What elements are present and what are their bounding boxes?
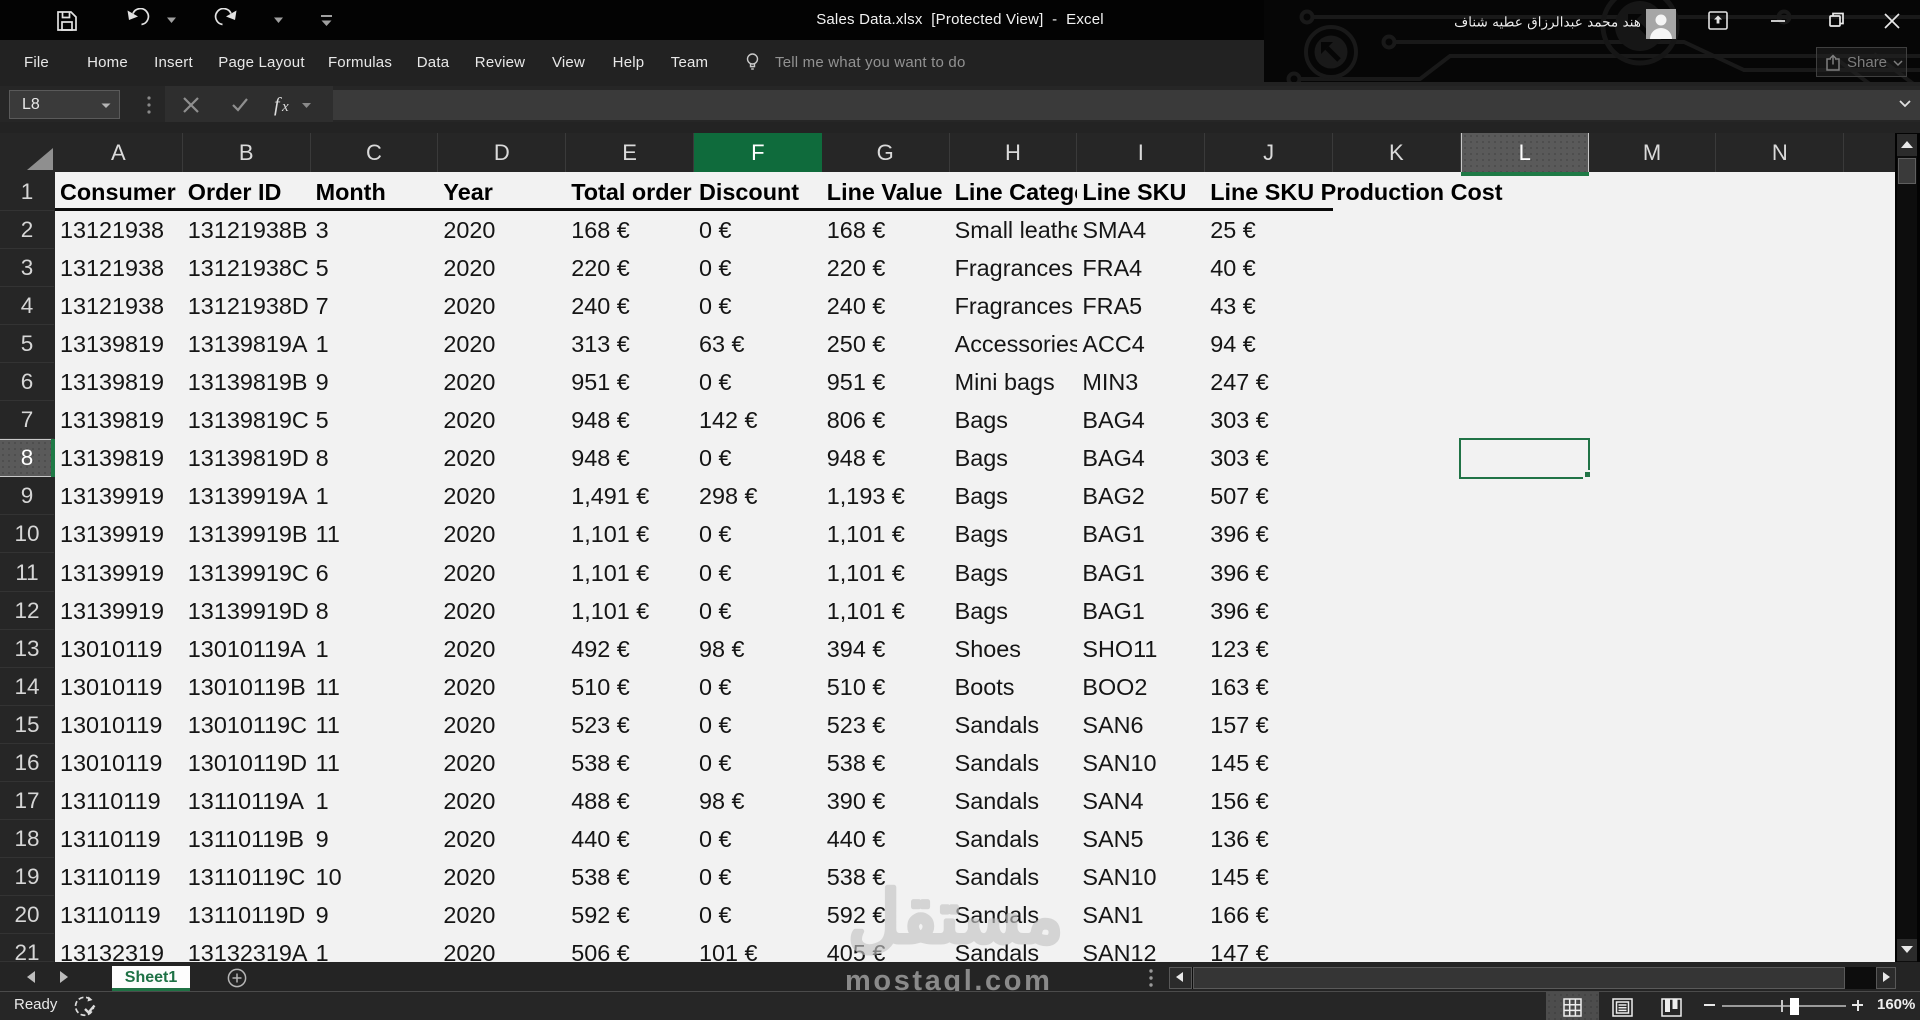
svg-text:x: x (281, 99, 289, 115)
svg-text:f: f (274, 94, 282, 116)
